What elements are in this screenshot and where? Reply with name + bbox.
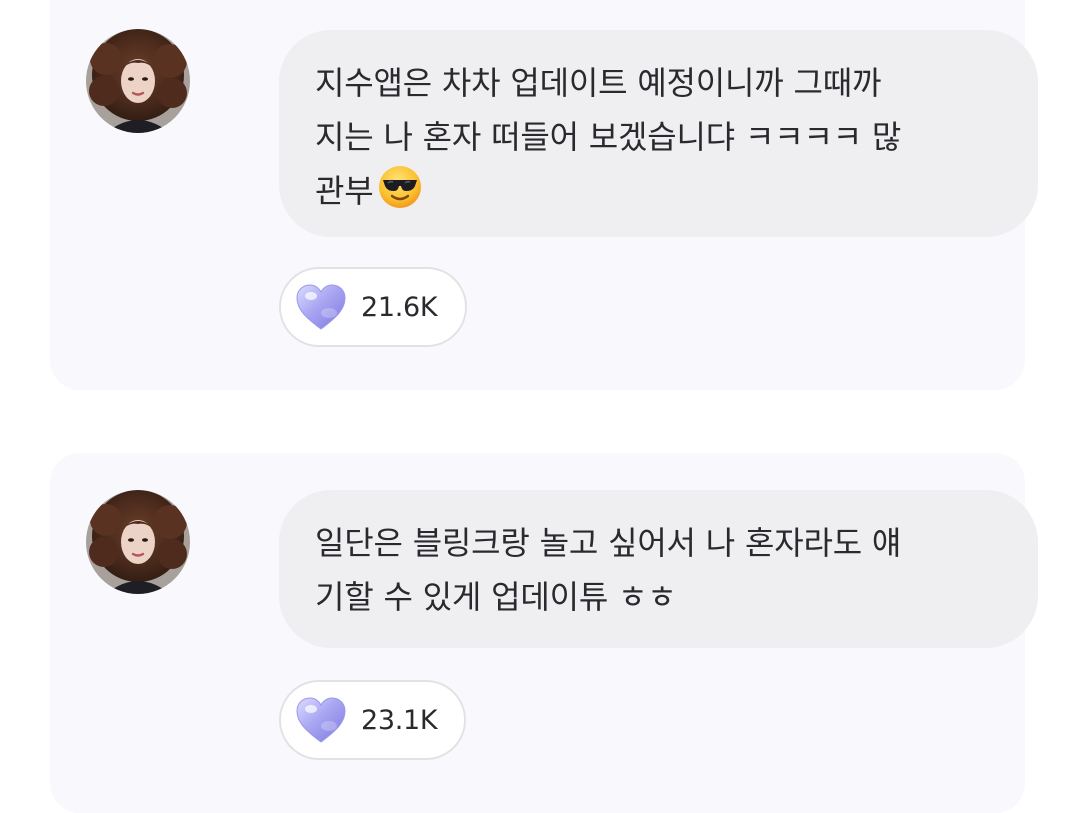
message-bubble: 일단은 블링크랑 놀고 싶어서 나 혼자라도 얘 기할 수 있게 업데이튜 ㅎㅎ xyxy=(279,490,1038,648)
crystal-heart-icon xyxy=(296,284,346,330)
message-line-with-emoji: 관부 xyxy=(315,164,1002,226)
message-card: 지수앱은 차차 업데이트 예정이니까 그때까 지는 나 혼자 떠들어 보겠습니댜… xyxy=(50,0,1038,390)
message-line: 지는 나 혼자 떠들어 보겠습니댜 ㅋㅋㅋㅋ 많 xyxy=(315,118,902,156)
avatar[interactable] xyxy=(86,490,190,594)
like-count: 23.1K xyxy=(361,704,438,736)
smiling-face-with-sunglasses-icon xyxy=(377,164,423,226)
message-card: 일단은 블링크랑 놀고 싶어서 나 혼자라도 얘 기할 수 있게 업데이튜 ㅎㅎ… xyxy=(50,453,1038,813)
like-button[interactable]: 21.6K xyxy=(279,267,467,347)
message-line: 지수앱은 차차 업데이트 예정이니까 그때까 xyxy=(315,64,882,102)
like-button[interactable]: 23.1K xyxy=(279,680,466,760)
message-line: 일단은 블링크랑 놀고 싶어서 나 혼자라도 얘 xyxy=(315,524,902,562)
like-count: 21.6K xyxy=(361,291,438,323)
crystal-heart-icon xyxy=(296,697,346,743)
message-line: 관부 xyxy=(315,172,374,210)
avatar-icon xyxy=(86,29,190,133)
message-bubble: 지수앱은 차차 업데이트 예정이니까 그때까 지는 나 혼자 떠들어 보겠습니댜… xyxy=(279,30,1038,237)
message-line: 기할 수 있게 업데이튜 ㅎㅎ xyxy=(315,578,677,616)
avatar[interactable] xyxy=(86,29,190,133)
avatar-icon xyxy=(86,490,190,594)
